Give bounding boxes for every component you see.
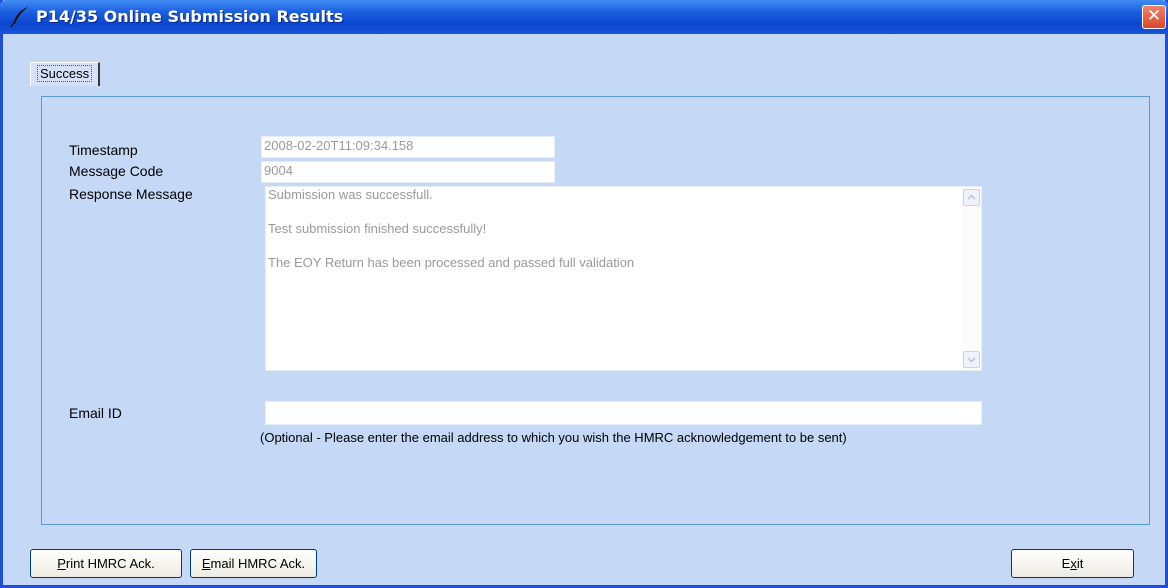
scroll-down-button[interactable] (963, 351, 980, 368)
email-id-field[interactable] (265, 401, 982, 425)
exit-button[interactable]: Exit (1011, 549, 1134, 578)
exit-label-end: it (1076, 556, 1084, 571)
chevron-down-icon (967, 357, 976, 363)
timestamp-field[interactable]: 2008-02-20T11:09:34.158 (261, 136, 555, 158)
tab-success-label: Success (37, 65, 93, 82)
close-icon: ✕ (1146, 6, 1162, 26)
print-ack-label: rint HMRC Ack. (65, 556, 155, 571)
submission-results-window: P14/35 Online Submission Results ✕ Succe… (0, 0, 1168, 588)
feather-quill-icon (10, 7, 28, 28)
close-button[interactable]: ✕ (1142, 5, 1166, 29)
email-ack-label: mail HMRC Ack. (210, 556, 306, 571)
message-code-field[interactable]: 9004 (261, 161, 555, 183)
email-ack-hotkey: E (201, 556, 211, 571)
tab-success[interactable]: Success (30, 62, 101, 86)
timestamp-label: Timestamp (69, 142, 138, 158)
response-line: Submission was successfull. (268, 187, 433, 202)
response-message-label: Response Message (69, 186, 193, 202)
email-hmrc-ack-button[interactable]: Email HMRC Ack. (190, 549, 317, 578)
email-help-note: (Optional - Please enter the email addre… (260, 430, 847, 445)
title-bar[interactable]: P14/35 Online Submission Results ✕ (0, 0, 1168, 34)
window-title: P14/35 Online Submission Results (36, 7, 344, 26)
print-hmrc-ack-button[interactable]: Print HMRC Ack. (30, 549, 182, 578)
scroll-up-button[interactable] (963, 189, 980, 206)
response-line: Test submission finished successfully! (268, 221, 487, 236)
message-code-label: Message Code (69, 163, 164, 179)
response-message-field[interactable]: Submission was successfull. Test submiss… (265, 186, 982, 371)
vertical-scrollbar[interactable] (962, 187, 981, 370)
response-line: The EOY Return has been processed and pa… (268, 255, 635, 270)
print-ack-hotkey: P (57, 556, 66, 571)
chevron-up-icon (967, 194, 976, 200)
email-id-label: Email ID (69, 405, 122, 421)
